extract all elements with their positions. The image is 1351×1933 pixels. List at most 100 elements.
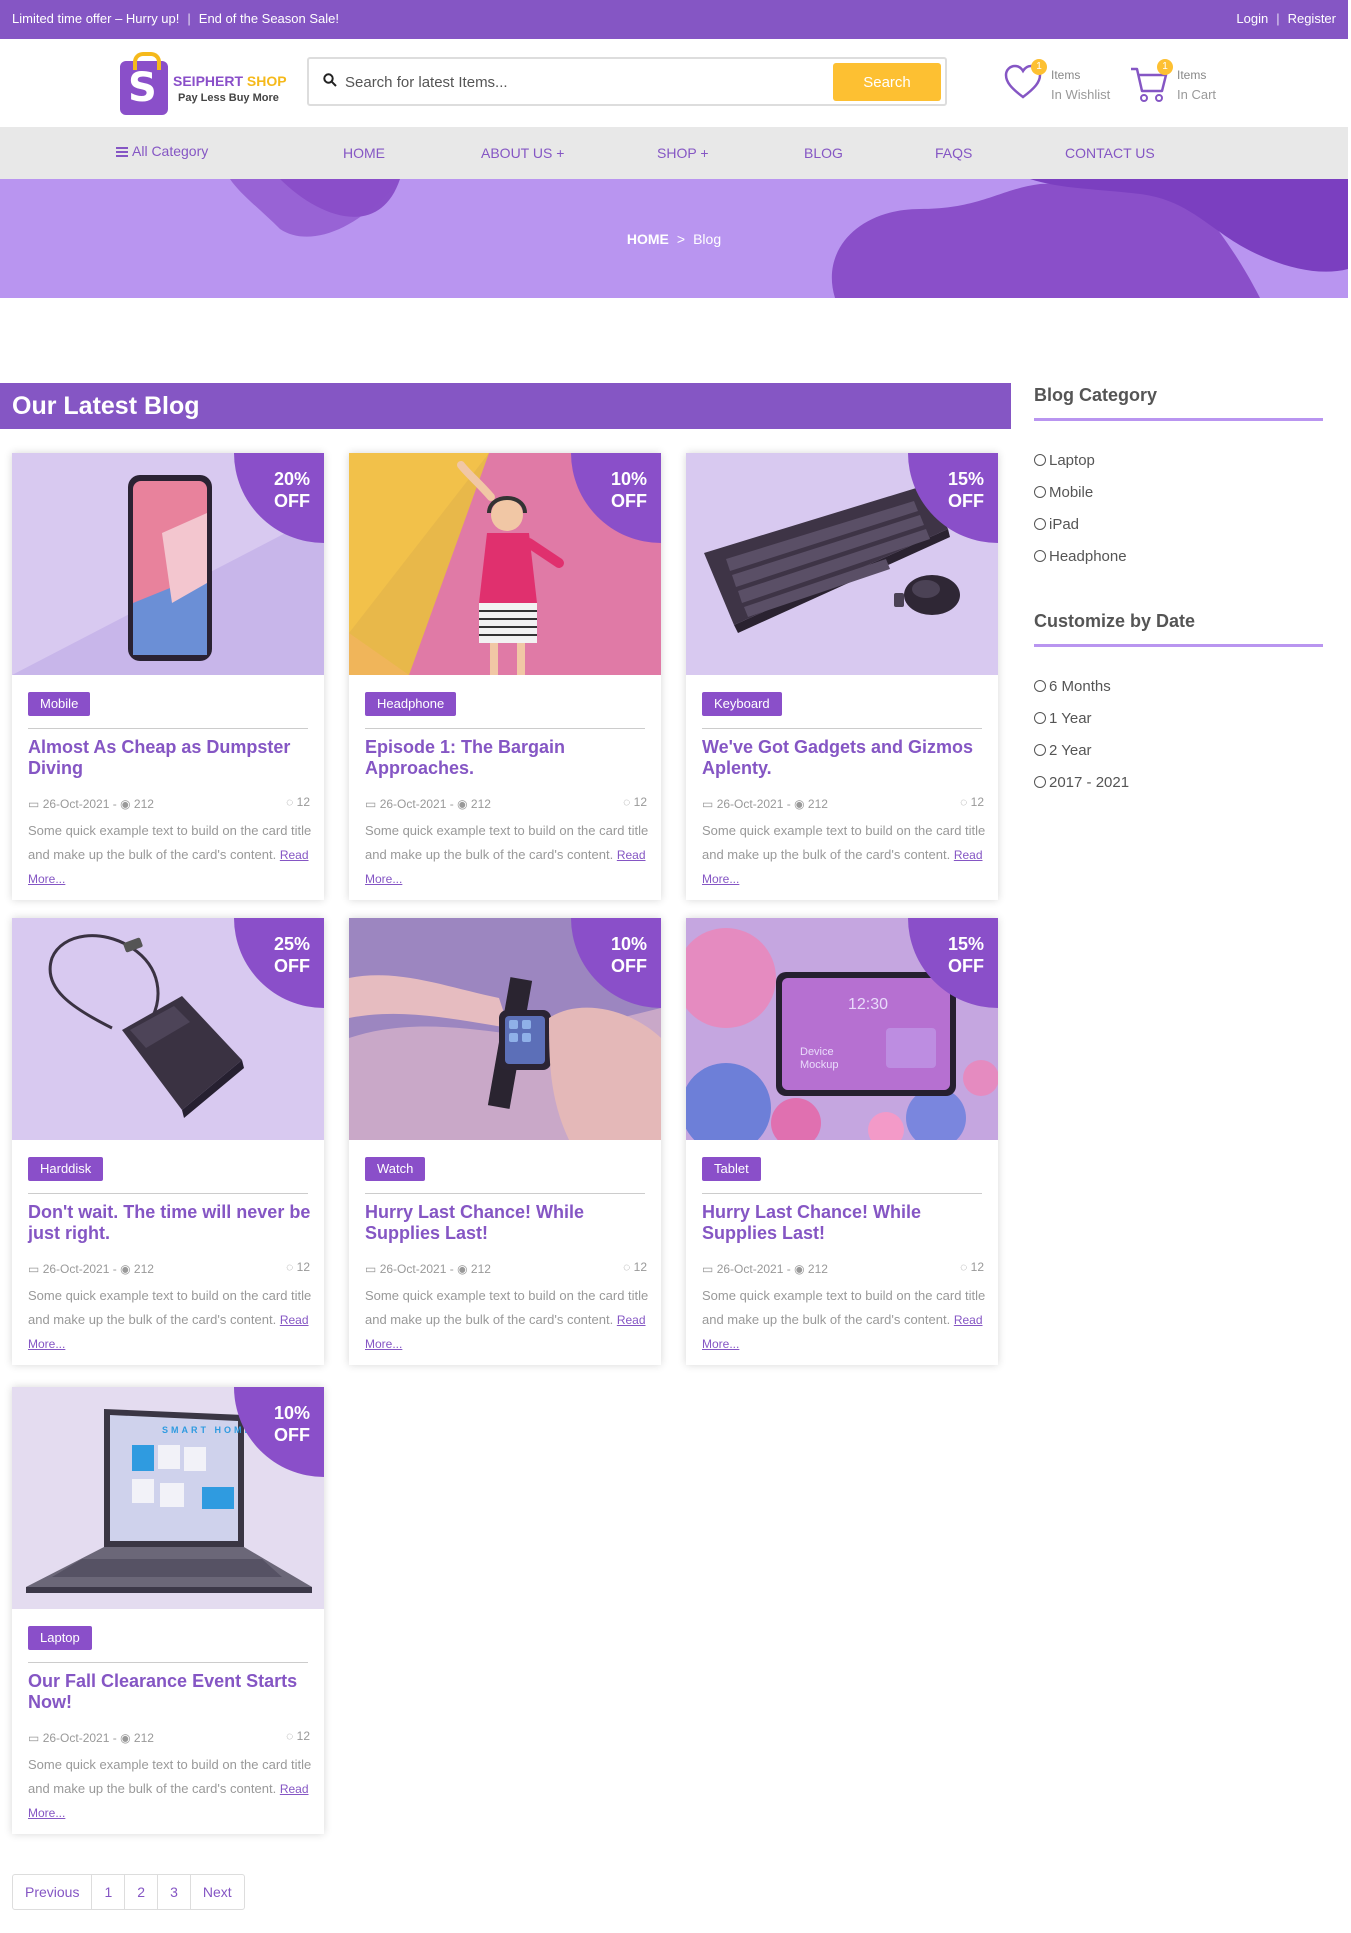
- cart[interactable]: 1 Items In Cart: [1129, 59, 1239, 107]
- all-category-menu[interactable]: All Category: [116, 143, 208, 159]
- calendar-icon: ▭: [365, 1262, 377, 1276]
- comments: ◌ 12: [623, 1260, 647, 1274]
- comments: ◌ 12: [960, 1260, 984, 1274]
- post-date: 26-Oct-2021: [42, 1262, 110, 1276]
- comment-icon: ◌: [623, 795, 631, 809]
- offer-text: Limited time offer – Hurry up!: [12, 11, 180, 26]
- category-tag[interactable]: Laptop: [28, 1626, 92, 1650]
- card-title[interactable]: Hurry Last Chance! While Supplies Last!: [365, 1202, 649, 1244]
- eye-icon: ◉: [120, 797, 131, 811]
- card-excerpt: Some quick example text to build on the …: [702, 823, 986, 886]
- radio-icon: [1034, 486, 1046, 498]
- divider: [28, 1662, 308, 1663]
- category-tag[interactable]: Keyboard: [702, 692, 782, 716]
- date-option-2017-2021[interactable]: 2017 - 2021: [1034, 774, 1129, 791]
- card-image-woman-with-headphones: 10% OFF: [349, 453, 661, 675]
- discount-label: 15% OFF: [947, 934, 984, 976]
- comment-icon: ◌: [960, 795, 968, 809]
- category-tag[interactable]: Harddisk: [28, 1157, 104, 1181]
- page-3-button[interactable]: 3: [158, 1875, 191, 1909]
- card-excerpt: Some quick example text to build on the …: [28, 1288, 312, 1351]
- category-option-mobile[interactable]: Mobile: [1034, 484, 1093, 501]
- register-link[interactable]: Register: [1288, 11, 1336, 26]
- blog-card[interactable]: 10% OFF Watch Hurry Last Chance! While Su…: [349, 918, 661, 1365]
- header: S SEIPHERT SHOP Pay Less Buy More Search…: [0, 39, 1348, 127]
- comment-icon: ◌: [960, 1260, 968, 1274]
- nav-contact[interactable]: CONTACT US: [1065, 145, 1155, 161]
- page-2-button[interactable]: 2: [125, 1875, 159, 1909]
- wishlist[interactable]: 1 Items In Wishlist: [1003, 59, 1113, 107]
- logo[interactable]: S SEIPHERT SHOP Pay Less Buy More: [118, 51, 288, 117]
- card-title[interactable]: Hurry Last Chance! While Supplies Last!: [702, 1202, 986, 1244]
- calendar-icon: ▭: [702, 797, 714, 811]
- card-title[interactable]: Our Fall Clearance Event Starts Now!: [28, 1671, 312, 1713]
- view-count: 212: [807, 1262, 828, 1276]
- radio-icon: [1034, 712, 1046, 724]
- category-tag[interactable]: Watch: [365, 1157, 426, 1181]
- previous-page-button[interactable]: Previous: [13, 1875, 93, 1909]
- breadcrumb-home[interactable]: HOME: [627, 231, 669, 247]
- page-1-button[interactable]: 1: [92, 1875, 126, 1909]
- wishlist-sublabel: In Wishlist: [1051, 87, 1111, 102]
- post-date: 26-Oct-2021: [379, 1262, 447, 1276]
- comment-icon: ◌: [286, 795, 294, 809]
- nav-shop[interactable]: SHOP +: [657, 145, 709, 161]
- login-link[interactable]: Login: [1236, 11, 1268, 26]
- blog-card[interactable]: SMART HOME 10% OFF Laptop Our Fall Cleara…: [12, 1387, 324, 1834]
- view-count: 212: [470, 1262, 491, 1276]
- category-option-laptop[interactable]: Laptop: [1034, 452, 1095, 469]
- nav-about[interactable]: ABOUT US +: [481, 145, 564, 161]
- nav-blog[interactable]: BLOG: [804, 145, 843, 161]
- date-option-6-months[interactable]: 6 Months: [1034, 678, 1111, 695]
- section-header: Our Latest Blog: [0, 383, 1011, 429]
- calendar-icon: ▭: [28, 797, 40, 811]
- card-meta: ▭ 26-Oct-2021 - ◉ 212 ◌ 12: [28, 795, 310, 811]
- eye-icon: ◉: [794, 797, 805, 811]
- date-option-2-year[interactable]: 2 Year: [1034, 742, 1092, 759]
- eye-icon: ◉: [794, 1262, 805, 1276]
- nav-home[interactable]: HOME: [343, 145, 385, 161]
- next-page-button[interactable]: Next: [191, 1875, 244, 1909]
- card-excerpt: Some quick example text to build on the …: [365, 823, 649, 886]
- page-banner: HOME > Blog: [0, 179, 1348, 298]
- search-input[interactable]: [345, 67, 825, 97]
- card-title[interactable]: We've Got Gadgets and Gizmos Aplenty.: [702, 737, 986, 779]
- card-meta: ▭ 26-Oct-2021 - ◉ 212 ◌ 12: [28, 1260, 310, 1276]
- calendar-icon: ▭: [702, 1262, 714, 1276]
- category-option-headphone[interactable]: Headphone: [1034, 548, 1127, 565]
- blog-card[interactable]: 10% OFF Headphone Episode 1: The Bargain …: [349, 453, 661, 900]
- comments: ◌ 12: [286, 1260, 310, 1274]
- card-title[interactable]: Almost As Cheap as Dumpster Diving: [28, 737, 312, 779]
- date-option-1-year[interactable]: 1 Year: [1034, 710, 1092, 727]
- sale-text: End of the Season Sale!: [198, 11, 339, 26]
- view-count: 212: [133, 1262, 154, 1276]
- account-links: Login | Register: [1236, 11, 1336, 26]
- blog-card[interactable]: 20% OFF Mobile Almost As Cheap as Dumpste…: [12, 453, 324, 900]
- card-title[interactable]: Episode 1: The Bargain Approaches.: [365, 737, 649, 779]
- search-icon: [323, 73, 337, 87]
- comment-icon: ◌: [623, 1260, 631, 1274]
- divider: [28, 728, 308, 729]
- promo-text: Limited time offer – Hurry up! | End of th…: [12, 11, 339, 26]
- post-date: 26-Oct-2021: [716, 797, 784, 811]
- category-option-ipad[interactable]: iPad: [1034, 516, 1079, 533]
- search-bar: Search: [307, 57, 947, 106]
- card-excerpt: Some quick example text to build on the …: [28, 1757, 312, 1820]
- all-category-label: All Category: [132, 143, 209, 159]
- category-tag[interactable]: Mobile: [28, 692, 91, 716]
- card-excerpt: Some quick example text to build on the …: [365, 1288, 649, 1351]
- search-button[interactable]: Search: [833, 63, 941, 101]
- card-title[interactable]: Don't wait. The time will never be just …: [28, 1202, 312, 1244]
- cart-count-badge: 1: [1157, 59, 1173, 75]
- blog-card[interactable]: 25% OFF Harddisk Don't wait. The time wil…: [12, 918, 324, 1365]
- category-tag[interactable]: Tablet: [702, 1157, 761, 1181]
- main-nav: All Category HOME ABOUT US + SHOP + BLOG…: [0, 127, 1348, 179]
- nav-faqs[interactable]: FAQS: [935, 145, 972, 161]
- eye-icon: ◉: [457, 797, 468, 811]
- blog-card[interactable]: 12:30 Device Mockup 15% OFF Tablet Hurry …: [686, 918, 998, 1365]
- discount-label: 15% OFF: [947, 469, 984, 511]
- tablet-screen-time: 12:30: [848, 996, 889, 1013]
- blog-card[interactable]: 15% OFF Keyboard We've Got Gadgets and Gi…: [686, 453, 998, 900]
- top-bar: Limited time offer – Hurry up! | End of th…: [0, 0, 1348, 39]
- category-tag[interactable]: Headphone: [365, 692, 457, 716]
